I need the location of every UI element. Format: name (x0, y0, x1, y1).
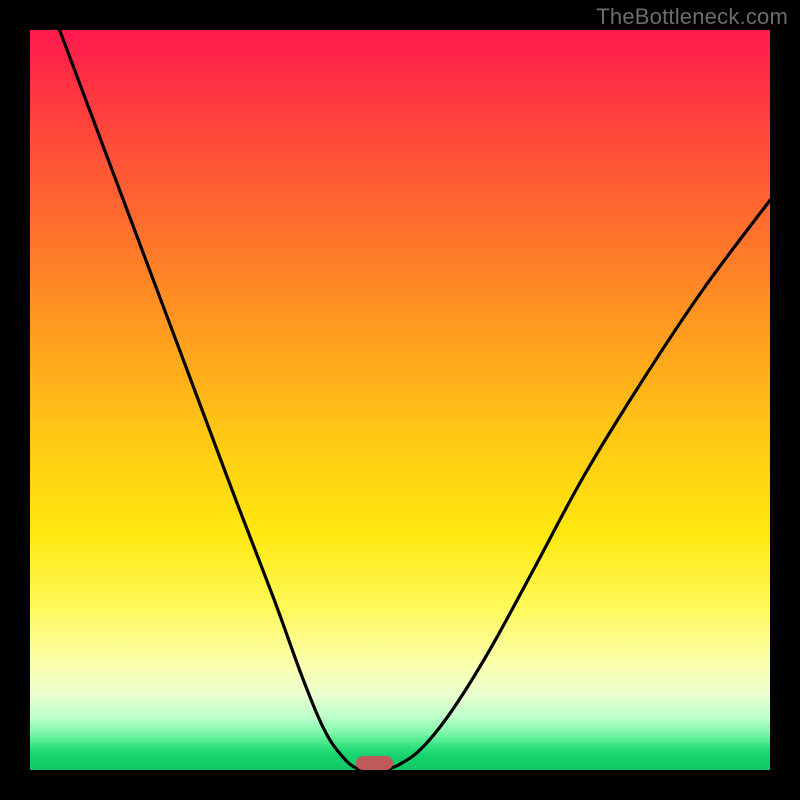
left-curve (60, 30, 363, 770)
chart-frame: TheBottleneck.com (0, 0, 800, 800)
right-curve (385, 200, 770, 770)
watermark-text: TheBottleneck.com (596, 4, 788, 30)
bottleneck-marker (356, 756, 393, 770)
plot-area (30, 30, 770, 770)
curve-layer (30, 30, 770, 770)
